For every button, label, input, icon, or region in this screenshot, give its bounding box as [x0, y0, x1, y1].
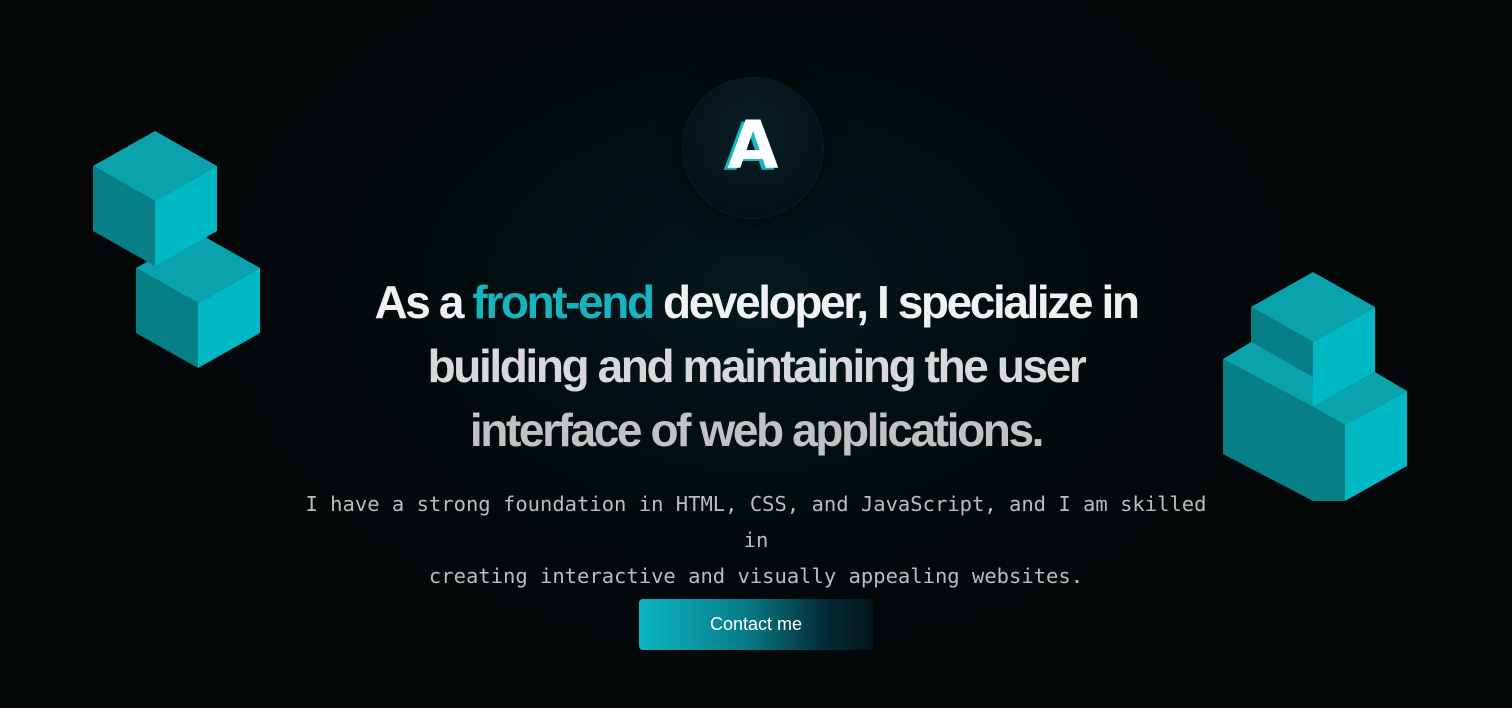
headline-text: developer, I specialize in: [652, 276, 1140, 328]
description-line-1: I have a strong foundation in HTML, CSS,…: [305, 492, 1207, 552]
right-cubes-icon: [1223, 272, 1407, 501]
left-cubes-icon: [93, 131, 260, 368]
headline-line-1: As a front-end developer, I specialize i…: [300, 270, 1212, 334]
hero-description: I have a strong foundation in HTML, CSS,…: [296, 486, 1216, 594]
headline-text: As a: [374, 276, 473, 328]
hero-headline: As a front-end developer, I specialize i…: [300, 270, 1212, 462]
logo-letter: A: [727, 107, 779, 184]
headline-line-2: building and maintaining the user: [427, 340, 1087, 392]
logo-badge: A: [683, 78, 823, 218]
headline-accent: front-end: [472, 276, 655, 328]
headline-line-3: interface of web applications.: [469, 404, 1045, 456]
hero-section: A As a front-end developer, I specialize…: [0, 0, 1512, 708]
description-line-2: creating interactive and visually appeal…: [428, 564, 1084, 588]
contact-me-button[interactable]: Contact me: [639, 599, 873, 650]
